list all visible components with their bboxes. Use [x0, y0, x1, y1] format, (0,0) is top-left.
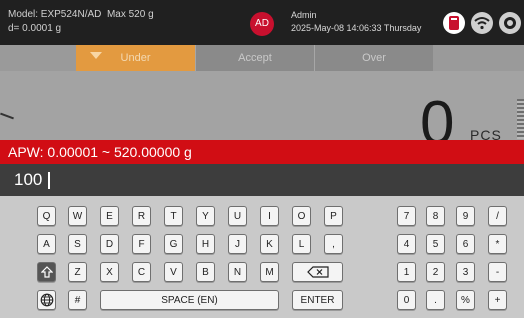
key-y[interactable]: Y: [196, 206, 215, 226]
key-l[interactable]: L: [292, 234, 311, 254]
tab-accept[interactable]: Accept: [195, 45, 314, 71]
key-u[interactable]: U: [228, 206, 247, 226]
wifi-icon[interactable]: [471, 12, 493, 34]
input-row: [0, 164, 524, 196]
key-slash[interactable]: /: [488, 206, 507, 226]
tab-over-label: Over: [362, 52, 386, 64]
backspace-icon: [306, 266, 329, 278]
key-m[interactable]: M: [260, 262, 279, 282]
key-f[interactable]: F: [132, 234, 151, 254]
weight-display: 0 PCS: [0, 71, 524, 140]
space-key[interactable]: SPACE (EN): [100, 290, 279, 310]
enter-key[interactable]: ENTER: [292, 290, 343, 310]
weight-value: 0: [420, 89, 455, 141]
capacity-bar: [517, 99, 524, 139]
apw-range-header: APW: 0.00001 ~ 520.00000 g: [0, 140, 524, 164]
key-6[interactable]: 6: [456, 234, 475, 254]
key-9[interactable]: 9: [456, 206, 475, 226]
key-5[interactable]: 5: [426, 234, 445, 254]
tolerance-bar: Under Accept Over: [76, 45, 433, 71]
key-period[interactable]: .: [426, 290, 445, 310]
key-comma[interactable]: ,: [324, 234, 343, 254]
key-8[interactable]: 8: [426, 206, 445, 226]
text-caret: [48, 172, 50, 189]
key-d[interactable]: D: [100, 234, 119, 254]
key-x[interactable]: X: [100, 262, 119, 282]
tab-under[interactable]: Under: [76, 45, 195, 71]
key-a[interactable]: A: [37, 234, 56, 254]
key-p[interactable]: P: [324, 206, 343, 226]
key-o[interactable]: O: [292, 206, 311, 226]
key-q[interactable]: Q: [37, 206, 56, 226]
key-7[interactable]: 7: [397, 206, 416, 226]
avatar[interactable]: AD: [250, 12, 274, 36]
tab-accept-label: Accept: [238, 52, 272, 64]
key-percent[interactable]: %: [456, 290, 475, 310]
apw-input[interactable]: [14, 168, 510, 192]
key-b[interactable]: B: [196, 262, 215, 282]
key-z[interactable]: Z: [68, 262, 87, 282]
datetime-label: 2025-May-08 14:06:33 Thursday: [291, 23, 422, 33]
shift-arrow-icon: [40, 266, 53, 278]
key-i[interactable]: I: [260, 206, 279, 226]
usb-icon[interactable]: [443, 12, 465, 34]
key-4[interactable]: 4: [397, 234, 416, 254]
globe-icon: [40, 293, 53, 307]
user-name: Admin: [291, 10, 317, 20]
tab-over[interactable]: Over: [314, 45, 433, 71]
language-key[interactable]: [37, 290, 56, 310]
key-0[interactable]: 0: [397, 290, 416, 310]
key-minus[interactable]: -: [488, 262, 507, 282]
key-h[interactable]: H: [196, 234, 215, 254]
settings-icon[interactable]: [499, 12, 521, 34]
resolution-label: d= 0.0001 g: [8, 23, 62, 34]
max-capacity-label: Max 520 g: [106, 9, 154, 20]
key-e[interactable]: E: [100, 206, 119, 226]
down-arrow-icon: [90, 52, 102, 59]
key-plus[interactable]: +: [488, 290, 507, 310]
tab-under-label: Under: [120, 52, 151, 64]
key-j[interactable]: J: [228, 234, 247, 254]
key-c[interactable]: C: [132, 262, 151, 282]
shift-key[interactable]: [37, 262, 56, 282]
key-s[interactable]: S: [68, 234, 87, 254]
model-info: Model: EXP524N/AD Max 520 g d= 0.0001 g: [8, 8, 154, 36]
key-3[interactable]: 3: [456, 262, 475, 282]
key-k[interactable]: K: [260, 234, 279, 254]
key-g[interactable]: G: [164, 234, 183, 254]
model-label: Model: EXP524N/AD: [8, 9, 102, 20]
key-2[interactable]: 2: [426, 262, 445, 282]
key-r[interactable]: R: [132, 206, 151, 226]
key-t[interactable]: T: [164, 206, 183, 226]
key-v[interactable]: V: [164, 262, 183, 282]
user-block: Admin 2025-May-08 14:06:33 Thursday: [291, 9, 421, 35]
virtual-keyboard: Q W E R T Y U I O P A S D F G H J K L , …: [0, 196, 524, 318]
key-n[interactable]: N: [228, 262, 247, 282]
weight-unit: PCS: [470, 127, 502, 140]
key-asterisk[interactable]: *: [488, 234, 507, 254]
status-bar: Model: EXP524N/AD Max 520 g d= 0.0001 g …: [0, 0, 524, 45]
key-w[interactable]: W: [68, 206, 87, 226]
key-hash[interactable]: #: [68, 290, 87, 310]
level-indicator: [0, 112, 14, 120]
key-1[interactable]: 1: [397, 262, 416, 282]
backspace-key[interactable]: [292, 262, 343, 282]
